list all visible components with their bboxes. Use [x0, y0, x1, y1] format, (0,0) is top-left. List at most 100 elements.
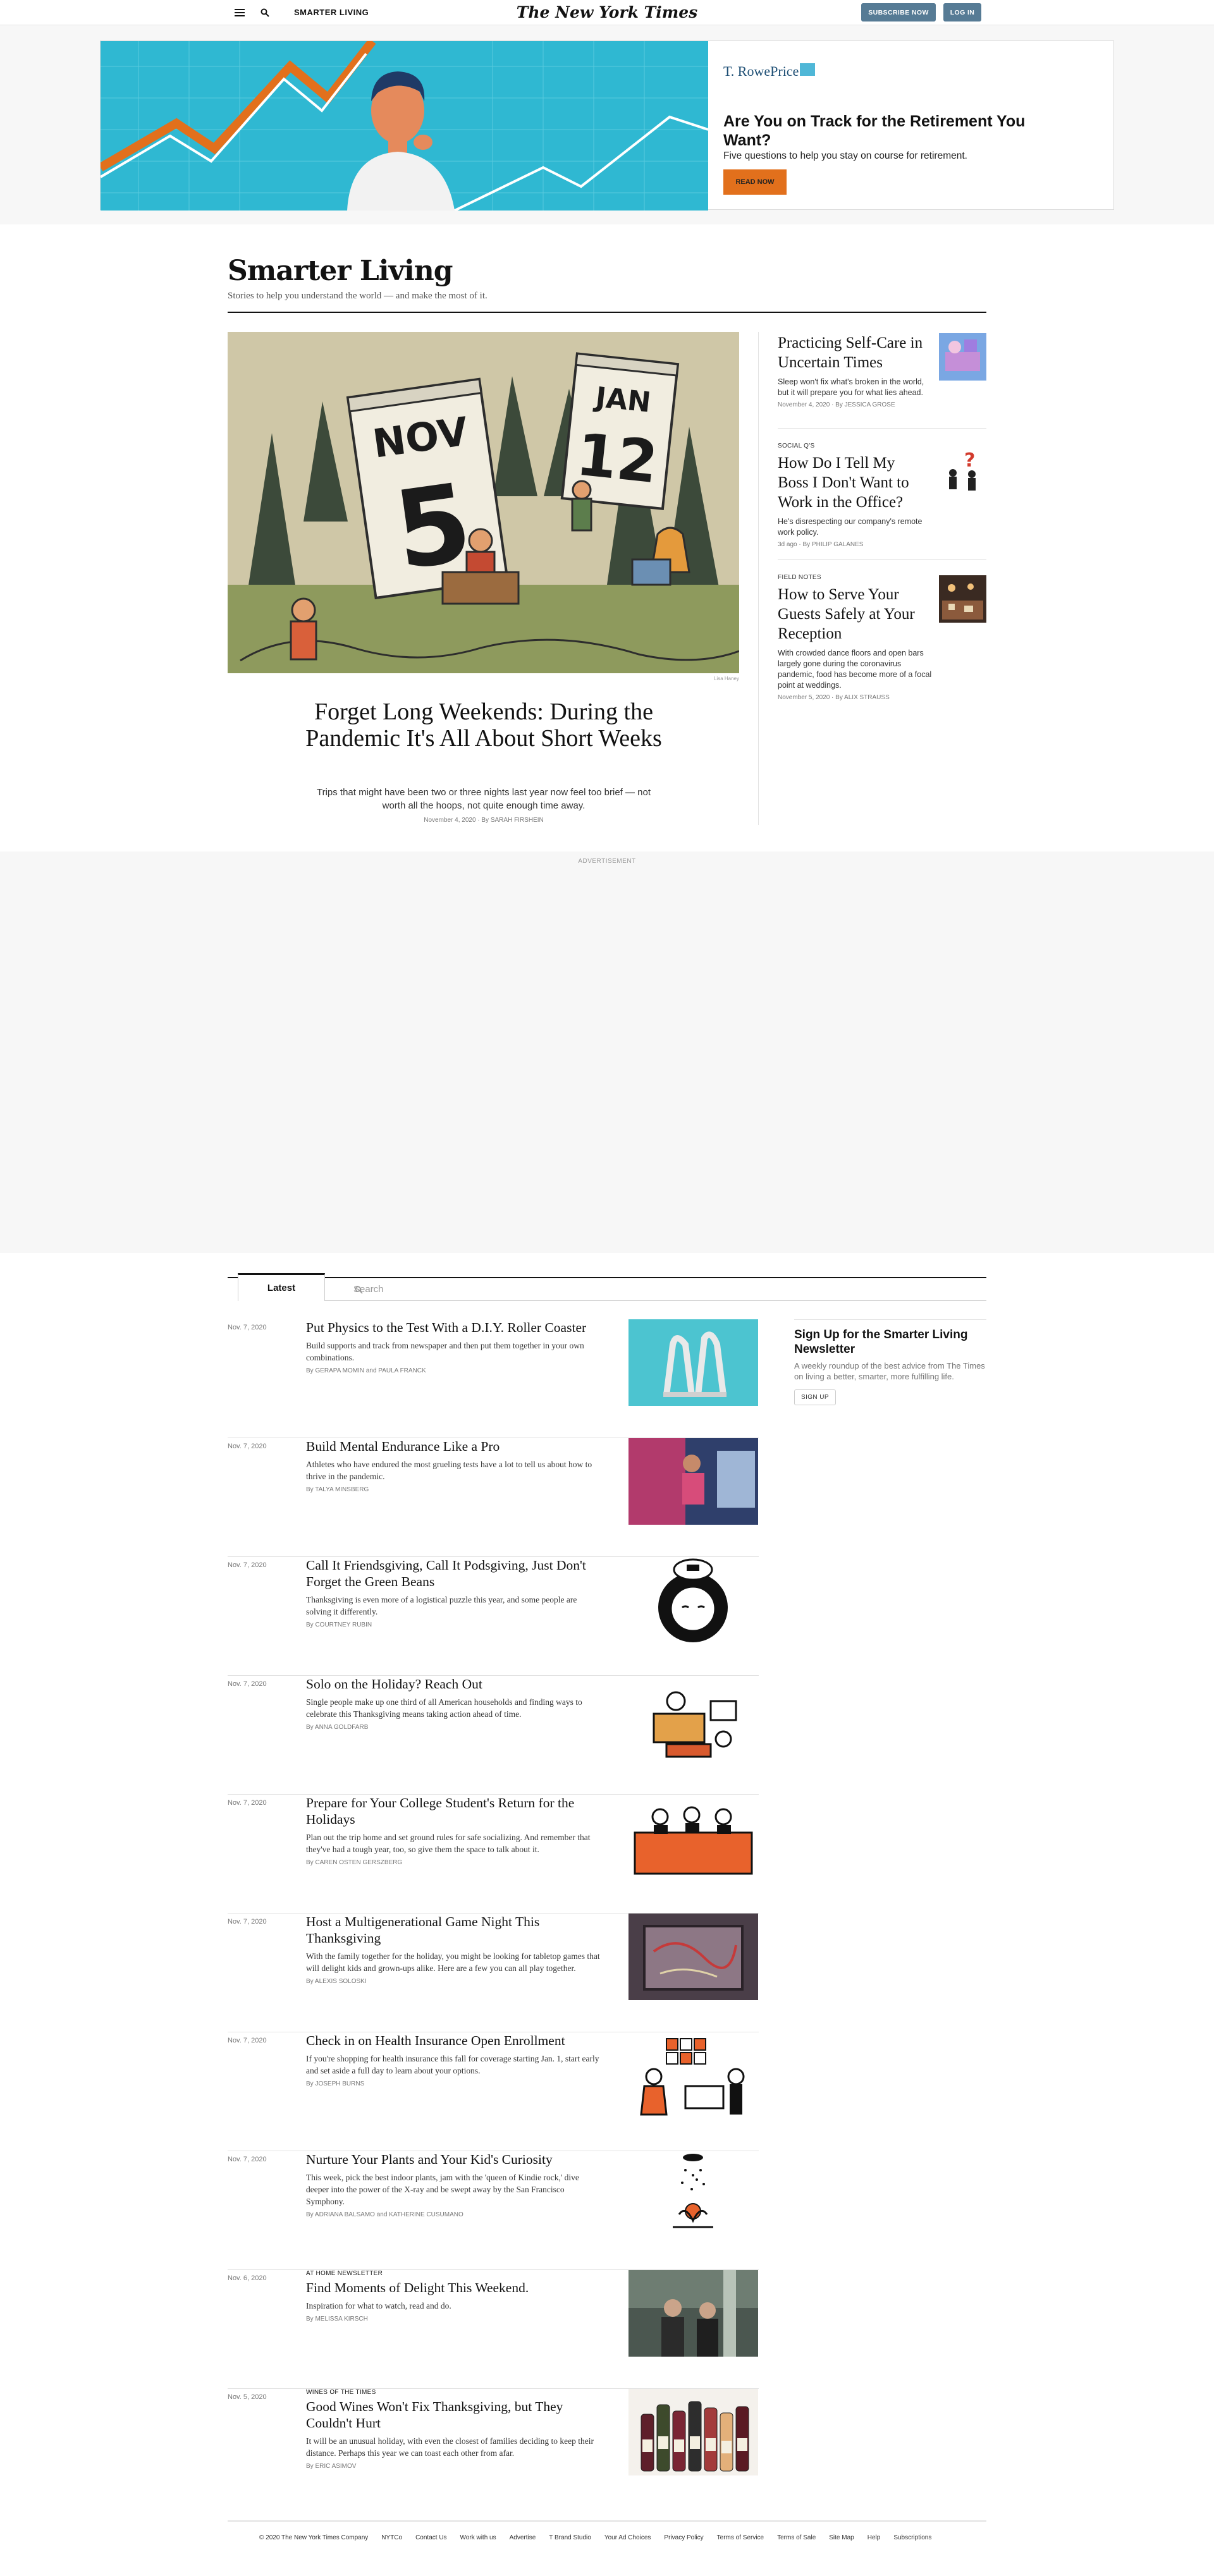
footer-link[interactable]: Help [868, 2534, 881, 2541]
top-ad-band: T. RowePrice Are You on Track for the Re… [0, 25, 1214, 224]
stream-summary: This week, pick the best indoor plants, … [306, 2173, 579, 2206]
stream-date: Nov. 7, 2020 [228, 2156, 267, 2163]
ad-read-now-button[interactable]: READ NOW [723, 169, 787, 195]
footer-link[interactable]: NYTCo [381, 2534, 402, 2541]
footer-link[interactable]: Terms of Service [717, 2534, 764, 2541]
side-story-thumbnail[interactable] [939, 333, 986, 381]
stream-byline: By ALEXIS SOLOSKI [306, 1978, 367, 1985]
tab-latest[interactable]: Latest [238, 1273, 325, 1301]
nyt-masthead-logo[interactable]: The New York Times [0, 3, 1214, 21]
svg-text:?: ? [964, 449, 975, 472]
footer-copyright: © 2020 The New York Times Company [259, 2534, 369, 2541]
t-rowe-price-logo: T. RowePrice [723, 63, 816, 80]
side-story-summary: He's disrespecting our company's remote … [778, 517, 923, 537]
stream-item[interactable]: Nov. 5, 2020 WINES OF THE TIMES Good Win… [228, 2389, 759, 2508]
stream-headline[interactable]: Build Mental Endurance Like a Pro [306, 1438, 603, 1455]
stream-item[interactable]: Nov. 7, 2020 Check in on Health Insuranc… [228, 2032, 759, 2151]
stream-item[interactable]: Nov. 6, 2020 AT HOME NEWSLETTER Find Mom… [228, 2270, 759, 2389]
stream-date: Nov. 5, 2020 [228, 2393, 267, 2401]
stream-item[interactable]: Nov. 7, 2020 Host a Multigenerational Ga… [228, 1914, 759, 2032]
ad-illustration [101, 41, 708, 211]
ad-headline[interactable]: Are You on Track for the Retirement You … [723, 112, 1052, 150]
subscribe-button[interactable]: SUBSCRIBE NOW [861, 3, 936, 21]
stream-thumbnail[interactable] [628, 2389, 758, 2475]
footer-link[interactable]: Site Map [829, 2534, 854, 2541]
stream-headline[interactable]: Prepare for Your College Student's Retur… [306, 1795, 603, 1828]
stream-item[interactable]: Nov. 7, 2020 Call It Friendsgiving, Call… [228, 1557, 759, 1676]
footer-link[interactable]: Your Ad Choices [604, 2534, 651, 2541]
lead-story-image[interactable]: NOV 5 JAN 12 [228, 332, 739, 673]
footer-link[interactable]: Work with us [460, 2534, 496, 2541]
stream-headline[interactable]: Put Physics to the Test With a D.I.Y. Ro… [306, 1319, 603, 1336]
stream-item[interactable]: Nov. 7, 2020 Nurture Your Plants and You… [228, 2151, 759, 2270]
stream-headline[interactable]: Check in on Health Insurance Open Enroll… [306, 2032, 603, 2049]
ad-subtext: Five questions to help you stay on cours… [723, 150, 967, 161]
stream-kicker: AT HOME NEWSLETTER [306, 2270, 383, 2277]
stream-date: Nov. 6, 2020 [228, 2274, 267, 2282]
side-story-headline[interactable]: How Do I Tell My Boss I Don't Want to Wo… [778, 453, 923, 512]
advertisement-label: ADVERTISEMENT [578, 858, 636, 865]
top-bar: SMARTER LIVING The New York Times SUBSCR… [0, 0, 1214, 25]
stream-byline: By TALYA MINSBERG [306, 1486, 369, 1493]
footer-link[interactable]: Terms of Sale [777, 2534, 816, 2541]
stream-thumbnail[interactable] [628, 1557, 758, 1644]
section-rule [228, 312, 986, 313]
ad-card[interactable]: T. RowePrice Are You on Track for the Re… [100, 40, 1114, 211]
stream-headline[interactable]: Nurture Your Plants and Your Kid's Curio… [306, 2151, 603, 2168]
stream-thumbnail[interactable] [628, 1438, 758, 1525]
stream-headline[interactable]: Host a Multigenerational Game Night This… [306, 1914, 603, 1946]
lead-summary: Trips that might have been two or three … [316, 787, 651, 811]
stream-item[interactable]: Nov. 7, 2020 Build Mental Endurance Like… [228, 1438, 759, 1557]
side-story[interactable]: SOCIAL Q'S How Do I Tell My Boss I Don't… [778, 443, 986, 548]
stream-headline[interactable]: Find Moments of Delight This Weekend. [306, 2280, 603, 2296]
side-story[interactable]: Practicing Self-Care in Uncertain Times … [778, 333, 986, 408]
stream-headline[interactable]: Call It Friendsgiving, Call It Podsgivin… [306, 1557, 603, 1590]
stream-byline: By JOSEPH BURNS [306, 2080, 365, 2087]
stream-date: Nov. 7, 2020 [228, 1680, 267, 1688]
stream-headline[interactable]: Solo on the Holiday? Reach Out [306, 1676, 603, 1692]
footer-link[interactable]: Contact Us [415, 2534, 446, 2541]
stream-byline: By ADRIANA BALSAMO and KATHERINE CUSUMAN… [306, 2211, 463, 2218]
newsletter-signup-button[interactable]: SIGN UP [794, 1389, 836, 1405]
side-story-headline[interactable]: Practicing Self-Care in Uncertain Times [778, 333, 923, 372]
stream-thumbnail[interactable] [628, 2270, 758, 2357]
stream-thumbnail[interactable] [628, 1676, 758, 1762]
stream-search [325, 1278, 986, 1301]
stream-thumbnail[interactable] [628, 2032, 758, 2119]
side-story-byline: 3d ago · By PHILIP GALANES [778, 541, 864, 548]
stream-item[interactable]: Nov. 7, 2020 Prepare for Your College St… [228, 1795, 759, 1914]
stream-thumbnail[interactable] [628, 1795, 758, 1881]
footer-link[interactable]: Subscriptions [893, 2534, 931, 2541]
side-story-summary: With crowded dance floors and open bars … [778, 649, 932, 690]
search-input[interactable] [353, 1284, 733, 1295]
advertisement-slot[interactable] [0, 852, 1214, 1253]
stream-summary: Thanksgiving is even more of a logistica… [306, 1595, 577, 1616]
side-story-headline[interactable]: How to Serve Your Guests Safely at Your … [778, 585, 923, 644]
side-story-thumbnail[interactable] [939, 575, 986, 623]
page-title: Smarter Living [228, 255, 453, 287]
stream-item[interactable]: Nov. 7, 2020 Put Physics to the Test Wit… [228, 1319, 759, 1438]
side-story-byline: November 5, 2020 · By ALIX STRAUSS [778, 694, 890, 701]
footer-link[interactable]: T Brand Studio [549, 2534, 591, 2541]
stream-summary: If you're shopping for health insurance … [306, 2054, 599, 2075]
column-divider [758, 332, 759, 825]
stream-kicker: WINES OF THE TIMES [306, 2389, 376, 2396]
stream-item[interactable]: Nov. 7, 2020 Solo on the Holiday? Reach … [228, 1676, 759, 1795]
stream-byline: By ANNA GOLDFARB [306, 1724, 369, 1731]
newsletter-signup: Sign Up for the Smarter Living Newslette… [794, 1319, 986, 1405]
stream-thumbnail[interactable] [628, 2151, 758, 2238]
footer-link[interactable]: Privacy Policy [664, 2534, 703, 2541]
stream-date: Nov. 7, 2020 [228, 1799, 267, 1807]
stream-thumbnail[interactable] [628, 1914, 758, 2000]
stream-thumbnail[interactable] [628, 1319, 758, 1406]
lead-headline[interactable]: Forget Long Weekends: During the Pandemi… [291, 699, 677, 752]
footer-link[interactable]: Advertise [510, 2534, 536, 2541]
stream-date: Nov. 7, 2020 [228, 1443, 267, 1450]
side-story-byline: November 4, 2020 · By JESSICA GROSE [778, 401, 895, 408]
stream-headline[interactable]: Good Wines Won't Fix Thanksgiving, but T… [306, 2398, 603, 2431]
side-story-thumbnail[interactable]: ? [939, 449, 986, 496]
side-story[interactable]: FIELD NOTES How to Serve Your Guests Saf… [778, 574, 986, 701]
stream-byline: By ERIC ASIMOV [306, 2463, 357, 2470]
login-button[interactable]: LOG IN [943, 3, 981, 21]
side-divider [778, 559, 986, 560]
